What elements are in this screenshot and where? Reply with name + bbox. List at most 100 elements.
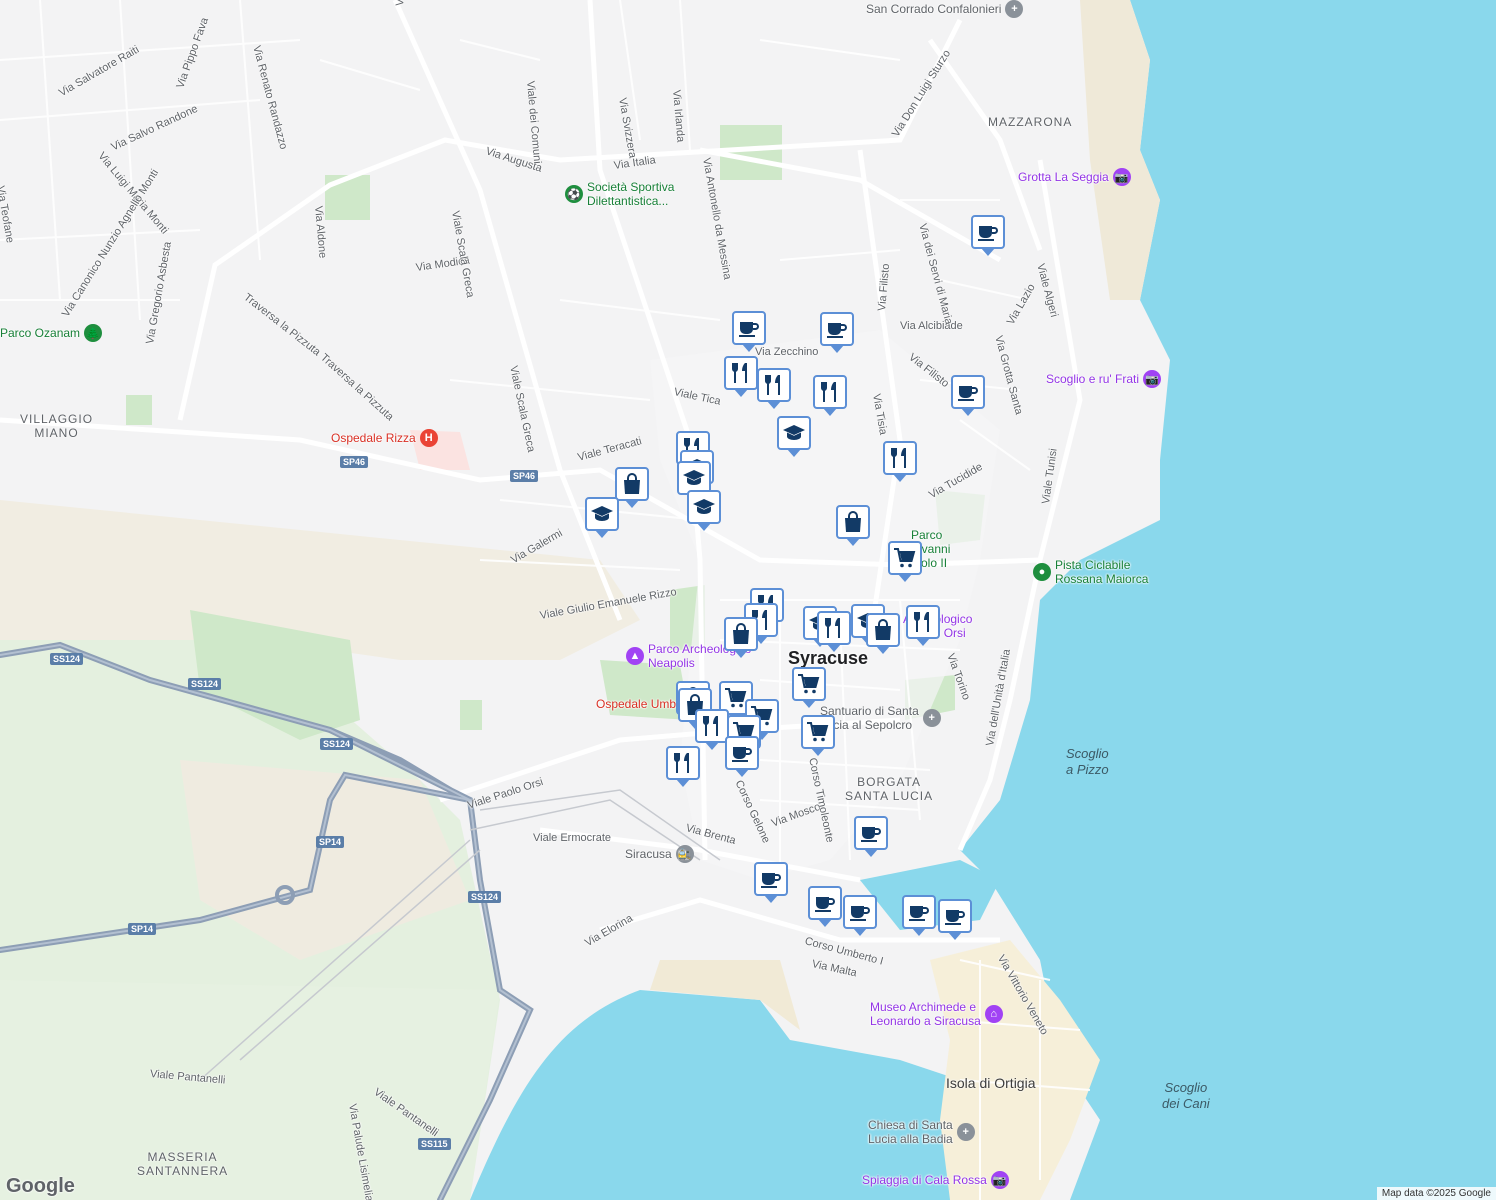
poi-label: Ospedale Rizza	[331, 431, 416, 445]
map-marker-cafe[interactable]	[808, 886, 842, 927]
map-marker-school[interactable]	[687, 490, 721, 531]
restaurant-icon	[891, 448, 906, 468]
google-logo: Google	[6, 1175, 75, 1197]
map-marker-restaurant[interactable]	[666, 746, 700, 787]
map-marker-cart[interactable]	[801, 715, 835, 756]
poi-marker[interactable]: Ospedale Rizza H	[331, 429, 438, 447]
water-label: Scoglio a Pizzo	[1066, 746, 1109, 777]
map-marker-shop[interactable]	[836, 505, 870, 546]
cafe-icon	[827, 323, 847, 338]
shopping-cart-icon	[798, 674, 820, 694]
shopping-bag-icon	[845, 511, 861, 532]
school-icon	[693, 499, 715, 514]
map-marker-cafe[interactable]	[754, 862, 788, 903]
poi-label: Pista Ciclabile Rossana Maiorca	[1055, 558, 1149, 586]
poi-marker[interactable]: Siracusa 🚉	[625, 845, 694, 863]
poi-icon: 📷	[1112, 168, 1131, 186]
area-label: VILLAGGIO MIANO	[20, 412, 94, 440]
school-icon	[683, 470, 705, 485]
cafe-icon	[761, 873, 781, 888]
poi-icon: ⚽	[565, 185, 583, 203]
road-shield: SS124	[188, 678, 222, 690]
map-marker-cafe[interactable]	[938, 899, 972, 940]
restaurant-icon	[825, 618, 840, 638]
poi-icon: 📷	[1143, 370, 1161, 388]
poi-icon: +	[1005, 0, 1024, 18]
cafe-icon	[815, 897, 835, 912]
map-marker-cart[interactable]	[888, 541, 922, 582]
poi-marker[interactable]: Grotta La Seggia 📷	[1018, 168, 1131, 186]
area-label: MAZZARONA	[988, 115, 1073, 129]
poi-icon: ⌂	[984, 1005, 1003, 1023]
cafe-icon	[978, 226, 998, 241]
road-shield: SP46	[510, 470, 539, 482]
map-base	[0, 0, 1496, 1200]
area-label: MASSERIA SANTANNERA	[137, 1150, 229, 1178]
road-shield: SP46	[340, 456, 369, 468]
cafe-icon	[958, 386, 978, 401]
poi-marker[interactable]: Scoglio e ru' Frati 📷	[1046, 370, 1161, 388]
map-marker-restaurant[interactable]	[906, 605, 940, 646]
map-marker-restaurant[interactable]	[724, 356, 758, 397]
poi-label: Museo Archimede e Leonardo a Siracusa	[870, 1000, 981, 1028]
poi-marker[interactable]: ⚽ Società Sportiva Dilettantistica...	[565, 180, 674, 208]
map-marker-cafe[interactable]	[725, 736, 759, 777]
poi-marker[interactable]: Parco Ozanam 🌲	[0, 324, 103, 342]
map-marker-shop[interactable]	[866, 613, 900, 654]
restaurant-icon	[821, 382, 836, 402]
poi-marker[interactable]: Chiesa di Santa Lucia alla Badia +	[868, 1118, 975, 1146]
poi-label: Siracusa	[625, 847, 672, 861]
cafe-icon	[861, 827, 881, 842]
restaurant-icon	[732, 363, 747, 383]
poi-icon: 📷	[990, 1171, 1009, 1189]
poi-label: Scoglio e ru' Frati	[1046, 372, 1139, 386]
street-label: Viale Ermocrate	[533, 832, 612, 844]
poi-marker[interactable]: San Corrado Confalonieri +	[866, 0, 1024, 18]
road-shield: SS115	[418, 1138, 451, 1150]
island-label: Isola di Ortigia	[946, 1075, 1036, 1091]
map-marker-restaurant[interactable]	[695, 709, 729, 750]
poi-icon: 🚉	[675, 845, 694, 863]
shopping-bag-icon	[875, 619, 891, 640]
road-shield: SS124	[50, 653, 84, 665]
map-marker-cafe[interactable]	[843, 895, 877, 936]
shopping-bag-icon	[733, 623, 749, 644]
map-marker-restaurant[interactable]	[883, 441, 917, 482]
map-marker-shop[interactable]	[724, 617, 758, 658]
poi-icon: H	[419, 429, 438, 447]
poi-label: Parco Ozanam	[0, 326, 81, 340]
poi-marker[interactable]: Museo Archimede e Leonardo a Siracusa ⌂	[870, 1000, 1003, 1028]
map-marker-cafe[interactable]	[732, 311, 766, 352]
map-marker-school[interactable]	[777, 416, 811, 457]
map-marker-restaurant[interactable]	[817, 611, 851, 652]
water-label: Scoglio dei Cani	[1162, 1080, 1210, 1111]
poi-icon: 🌲	[84, 324, 103, 342]
restaurant-icon	[674, 753, 689, 773]
map-marker-restaurant[interactable]	[813, 375, 847, 416]
poi-label: Spiaggia di Cala Rossa	[862, 1173, 987, 1187]
poi-marker[interactable]: Spiaggia di Cala Rossa 📷	[862, 1171, 1009, 1189]
map-marker-restaurant[interactable]	[757, 368, 791, 409]
map-canvas[interactable]: Via Salvatore Raiti Via Pippo Fava Via Ren…	[0, 0, 1496, 1200]
map-marker-cafe[interactable]	[902, 895, 936, 936]
cafe-icon	[945, 910, 965, 925]
map-marker-cafe[interactable]	[971, 215, 1005, 256]
poi-label: Chiesa di Santa Lucia alla Badia	[868, 1118, 953, 1146]
cafe-icon	[739, 322, 759, 337]
map-marker-cafe[interactable]	[951, 375, 985, 416]
restaurant-icon	[914, 612, 929, 632]
map-marker-cafe[interactable]	[820, 312, 854, 353]
school-icon	[783, 425, 805, 440]
poi-marker[interactable]: ● Pista Ciclabile Rossana Maiorca	[1033, 558, 1148, 586]
road-shield: SP14	[316, 836, 345, 848]
school-icon	[591, 506, 613, 521]
poi-label: San Corrado Confalonieri	[866, 2, 1002, 16]
map-marker-cafe[interactable]	[854, 816, 888, 857]
poi-icon: ▲	[626, 647, 644, 665]
map-marker-shop[interactable]	[615, 467, 649, 508]
map-marker-cart[interactable]	[792, 667, 826, 708]
poi-marker[interactable]: Santuario di Santa Lucia al Sepolcro+	[820, 704, 941, 732]
cafe-icon	[909, 906, 929, 921]
map-attribution: Map data ©2025 Google	[1376, 1187, 1496, 1200]
map-marker-school[interactable]	[585, 497, 619, 538]
